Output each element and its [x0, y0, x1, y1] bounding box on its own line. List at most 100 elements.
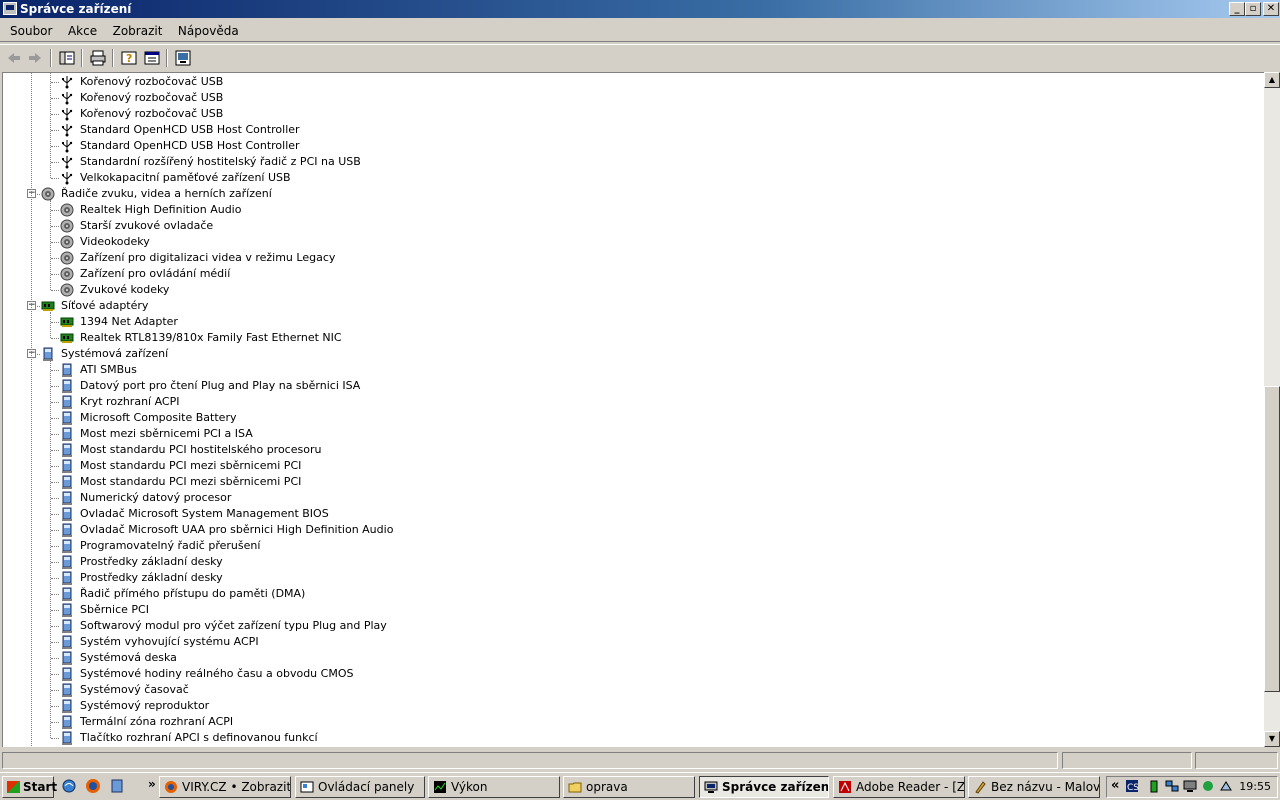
status-panel-main	[2, 752, 1058, 769]
taskbar-button[interactable]: oprava	[563, 776, 695, 798]
device-label: Standard OpenHCD USB Host Controller	[80, 139, 300, 152]
menu-akce[interactable]: Akce	[62, 20, 103, 42]
toolbar-separator	[166, 49, 168, 67]
usb-device-icon	[60, 91, 74, 105]
help-icon[interactable]: ?	[120, 49, 138, 67]
tree-connector	[51, 626, 59, 627]
tree-connector	[51, 146, 59, 147]
vertical-scrollbar[interactable]: ▲ ▼	[1264, 72, 1280, 747]
sys-device-icon	[60, 443, 74, 457]
tree-connector	[51, 162, 59, 163]
taskbar-button[interactable]: Výkon	[428, 776, 560, 798]
tree-connector	[51, 610, 59, 611]
menu-napoveda[interactable]: Nápověda	[172, 20, 245, 42]
usb-device-icon	[60, 123, 74, 137]
svg-text:?: ?	[126, 52, 132, 65]
tree-connector	[51, 690, 59, 691]
tree-connector	[51, 338, 59, 339]
device-icon[interactable]	[109, 778, 125, 794]
tree-connector	[51, 482, 59, 483]
usb-device-icon	[60, 75, 74, 89]
show-desktop-icon[interactable]	[61, 778, 77, 794]
tree-connector	[51, 210, 59, 211]
scroll-up-button[interactable]: ▲	[1264, 72, 1280, 88]
clock[interactable]: 19:55	[1239, 777, 1271, 797]
taskbar-button[interactable]: Adobe Reader - [Z...	[833, 776, 965, 798]
scroll-down-button[interactable]: ▼	[1264, 731, 1280, 747]
scroll-thumb[interactable]	[1264, 386, 1280, 692]
menu-zobrazit[interactable]: Zobrazit	[107, 20, 169, 42]
cs-tray-icon[interactable]: CS	[1125, 779, 1139, 793]
device-label: Kořenový rozbočovač USB	[80, 75, 224, 88]
forward-icon[interactable]	[26, 49, 44, 67]
device-manager-icon	[704, 780, 718, 794]
sys-device-icon	[60, 715, 74, 729]
antivirus-tray-icon[interactable]	[1201, 779, 1215, 793]
firefox-icon[interactable]	[85, 778, 101, 794]
device-label: Videokodeky	[80, 235, 150, 248]
maximize-button[interactable]: ▫	[1245, 2, 1261, 16]
properties-icon[interactable]	[143, 49, 161, 67]
net-device-icon	[41, 299, 55, 313]
battery-tray-icon[interactable]	[1147, 779, 1161, 793]
window-title: Správce zařízení	[20, 2, 132, 16]
device-label: Systémový reproduktor	[80, 699, 210, 712]
sys-device-icon	[60, 427, 74, 441]
sound-device-icon	[60, 235, 74, 249]
console-tree-icon[interactable]	[58, 49, 76, 67]
performance-icon	[433, 780, 447, 794]
tree-connector	[51, 418, 59, 419]
connection-tray-icon[interactable]	[1219, 779, 1233, 793]
tree-connector	[51, 450, 59, 451]
scan-hardware-icon[interactable]	[174, 49, 192, 67]
back-icon[interactable]	[5, 49, 23, 67]
tree-connector	[51, 642, 59, 643]
tree-connector	[51, 274, 59, 275]
device-label: Standardní rozšířený hostitelský řadič z…	[80, 155, 361, 168]
taskbar-button[interactable]: Bez názvu - Malování	[968, 776, 1100, 798]
taskbar-button[interactable]: VIRY.CZ • Zobrazit...	[159, 776, 291, 798]
device-label: Termální zóna rozhraní ACPI	[80, 715, 234, 728]
tree-connector	[51, 258, 59, 259]
sys-device-icon	[60, 651, 74, 665]
tree-connector	[51, 706, 59, 707]
tree-connector	[51, 498, 59, 499]
tray-chevron[interactable]: «	[1111, 778, 1119, 793]
quicklaunch-chevron[interactable]: »	[148, 777, 156, 791]
menu-soubor[interactable]: Soubor	[4, 20, 58, 42]
device-label: Most standardu PCI hostitelského proceso…	[80, 443, 322, 456]
device-manager-app-icon[interactable]	[3, 2, 17, 15]
print-icon[interactable]	[89, 49, 107, 67]
tree-connector	[51, 546, 59, 547]
device-label: 1394 Net Adapter	[80, 315, 178, 328]
device-label: Systém vyhovující systému ACPI	[80, 635, 259, 648]
network-tray-icon[interactable]	[1165, 779, 1179, 793]
start-button[interactable]: Start	[2, 776, 57, 798]
sound-device-icon	[60, 219, 74, 233]
usb-device-icon	[60, 171, 74, 185]
sys-device-icon	[41, 347, 55, 361]
monitor-tray-icon[interactable]	[1183, 779, 1197, 793]
sys-device-icon	[60, 363, 74, 377]
device-label: ATI SMBus	[80, 363, 137, 376]
sys-device-icon	[60, 603, 74, 617]
title-bar[interactable]: Správce zařízení _ ▫ ✕	[0, 0, 1280, 18]
device-tree[interactable]: Kořenový rozbočovač USB Kořenový rozbočov…	[2, 72, 1264, 747]
device-label: Prostředky základní desky	[80, 555, 223, 568]
toolbar-separator	[50, 49, 52, 67]
sound-device-icon	[60, 267, 74, 281]
close-button[interactable]: ✕	[1263, 2, 1279, 16]
sys-device-icon	[60, 731, 74, 745]
tree-connector	[51, 82, 59, 83]
device-label: Programovatelný řadič přerušení	[80, 539, 261, 552]
taskbar-button[interactable]: Ovládací panely	[295, 776, 425, 798]
taskbar-button[interactable]: Správce zařízení	[699, 776, 829, 798]
device-label: Datový port pro čtení Plug and Play na s…	[80, 379, 361, 392]
device-label: Most standardu PCI mezi sběrnicemi PCI	[80, 459, 302, 472]
device-label: Systémový časovač	[80, 683, 189, 696]
usb-device-icon	[60, 139, 74, 153]
minimize-button[interactable]: _	[1229, 2, 1245, 16]
device-label: Velkokapacitní paměťové zařízení USB	[80, 171, 291, 184]
device-label: Most mezi sběrnicemi PCI a ISA	[80, 427, 253, 440]
sys-device-icon	[60, 395, 74, 409]
